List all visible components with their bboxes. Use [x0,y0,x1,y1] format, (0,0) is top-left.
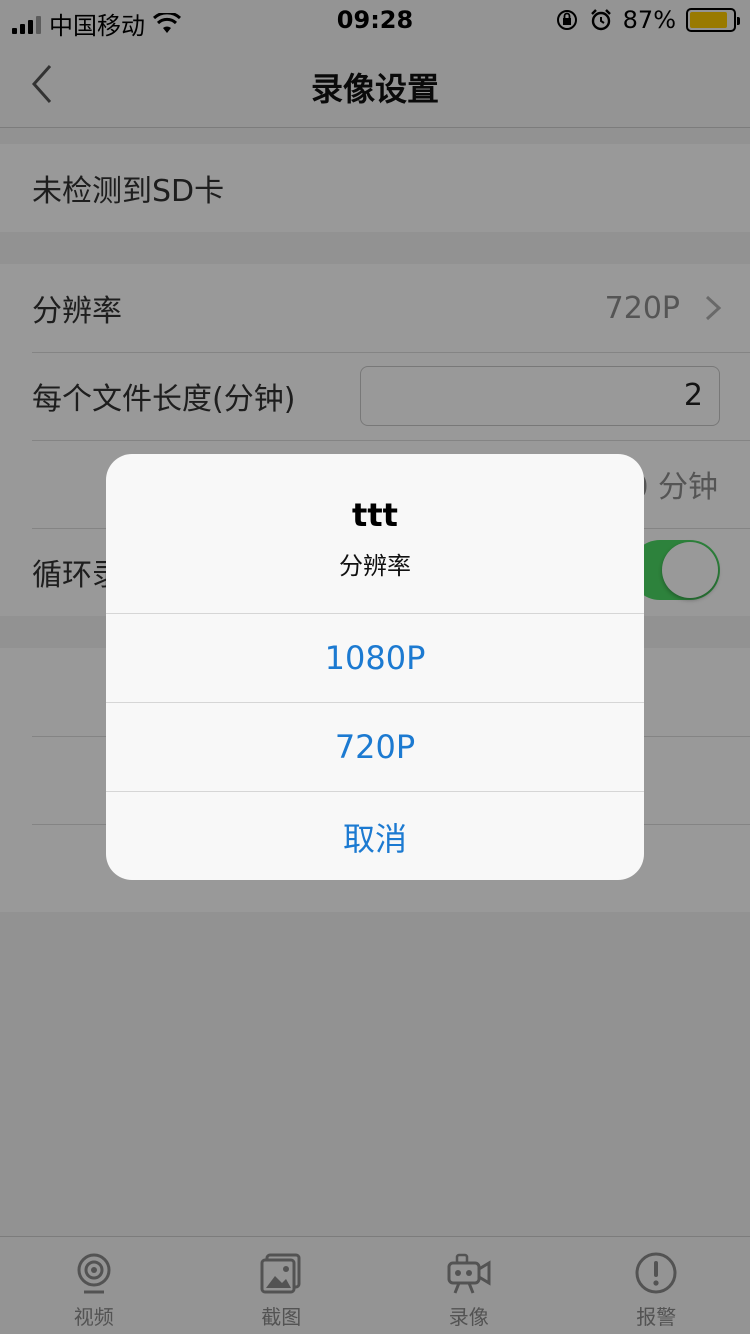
option-1080p-button[interactable]: 1080P [106,614,644,703]
screen: 中国移动 09:28 87% 录像设置 未检测到SD卡 分辨率 720P 每个文… [0,0,750,1334]
sheet-message: 分辨率 [339,552,411,580]
sheet-header: ttt 分辨率 [106,454,644,614]
option-720p-button[interactable]: 720P [106,703,644,792]
resolution-action-sheet: ttt 分辨率 1080P 720P 取消 [106,454,644,880]
sheet-title: ttt [352,496,398,534]
cancel-button[interactable]: 取消 [106,792,644,880]
